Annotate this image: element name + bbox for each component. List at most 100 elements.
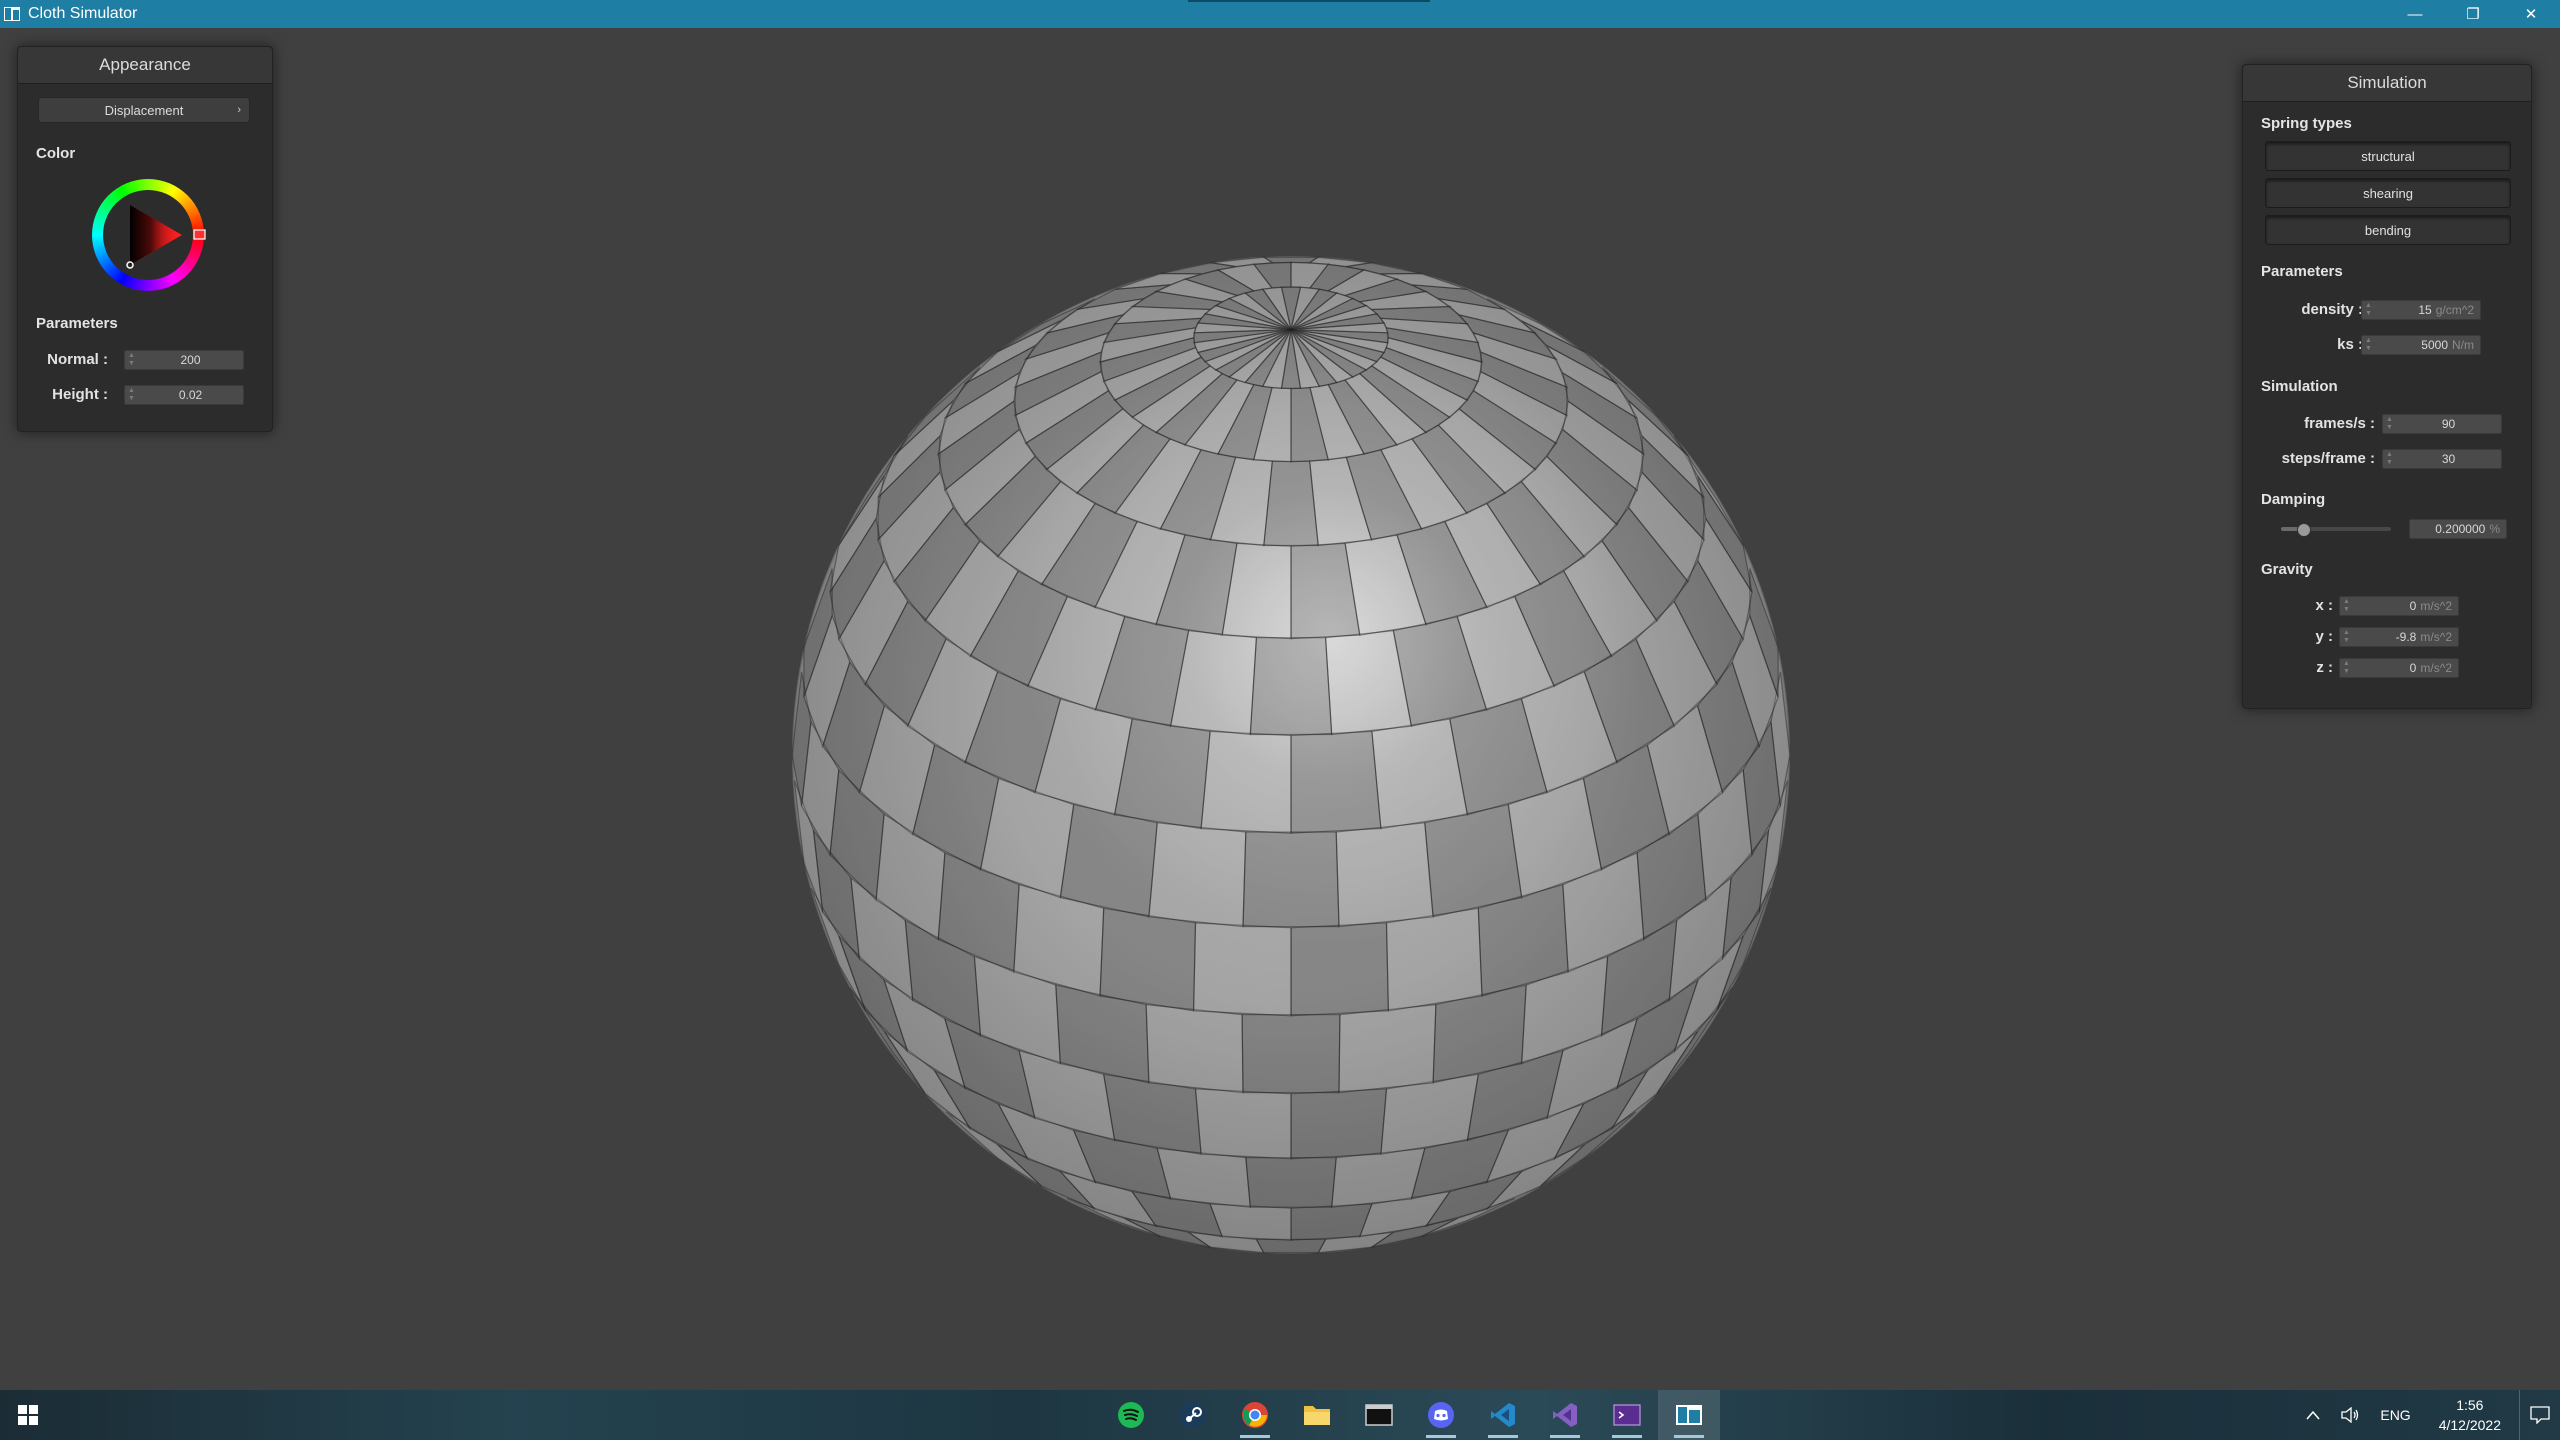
speaker-icon[interactable] bbox=[2340, 1407, 2360, 1423]
minimize-button[interactable]: — bbox=[2386, 0, 2444, 28]
cloth-patch bbox=[1290, 730, 1382, 834]
fps-input[interactable]: ▲ ▼ 90 bbox=[2382, 414, 2502, 434]
gravity-z-input[interactable]: ▲ ▼ 0 m/s^2 bbox=[2339, 658, 2459, 678]
cloth-patch bbox=[1263, 460, 1319, 547]
spin-arrows-icon[interactable]: ▲ ▼ bbox=[2343, 598, 2353, 614]
cloth-sphere[interactable] bbox=[792, 256, 1790, 1254]
damping-label: Damping bbox=[2261, 491, 2326, 508]
spin-arrows-icon[interactable]: ▲ ▼ bbox=[2365, 302, 2375, 318]
sim-parameters-label: Parameters bbox=[2261, 263, 2343, 280]
maximize-button[interactable]: ❐ bbox=[2444, 0, 2502, 28]
shader-dropdown-label: Displacement bbox=[104, 102, 184, 118]
clock-date: 4/12/2022 bbox=[2438, 1417, 2501, 1433]
simulation-section-label: Simulation bbox=[2261, 378, 2338, 395]
cloth-patch bbox=[1242, 831, 1340, 928]
fps-label: frames/s : bbox=[2304, 415, 2375, 432]
cloth-patch bbox=[1290, 922, 1390, 1017]
notification-icon bbox=[2530, 1406, 2550, 1424]
spin-arrows-icon[interactable]: ▲ ▼ bbox=[2386, 451, 2396, 467]
taskbar-apps bbox=[1100, 1390, 1720, 1440]
file-explorer-icon[interactable] bbox=[1286, 1390, 1348, 1440]
parameters-label: Parameters bbox=[36, 315, 118, 332]
height-label: Height : bbox=[52, 386, 108, 403]
cloth-patch bbox=[1156, 1147, 1251, 1208]
active-indicator bbox=[1612, 1435, 1642, 1438]
gravity-x-label: x : bbox=[2315, 597, 2333, 614]
height-input[interactable]: ▲ ▼ 0.02 bbox=[124, 385, 244, 405]
title-bar[interactable]: Cloth Simulator — ❐ ✕ bbox=[0, 0, 2560, 28]
damping-slider-track[interactable] bbox=[2281, 523, 2391, 537]
gravity-y-input[interactable]: ▲ ▼ -9.8 m/s^2 bbox=[2339, 627, 2459, 647]
cloth-patch bbox=[1255, 1238, 1327, 1254]
active-indicator bbox=[1488, 1435, 1518, 1438]
start-button[interactable] bbox=[0, 1390, 56, 1440]
appearance-panel-header[interactable]: Appearance bbox=[18, 47, 272, 84]
cloth-simulator-icon[interactable] bbox=[1658, 1390, 1720, 1440]
taskbar: ENG 1:56 4/12/2022 bbox=[0, 1390, 2560, 1440]
steps-label: steps/frame : bbox=[2281, 450, 2375, 467]
active-indicator bbox=[1426, 1435, 1456, 1438]
cloth-patch bbox=[1290, 1203, 1373, 1241]
ks-label: ks : bbox=[2337, 336, 2363, 353]
density-input[interactable]: ▲ ▼ 15 g/cm^2 bbox=[2361, 300, 2481, 320]
clock[interactable]: 1:56 4/12/2022 bbox=[2439, 1395, 2501, 1435]
damping-slider-knob[interactable] bbox=[2297, 523, 2311, 537]
shader-dropdown[interactable]: Displacement › bbox=[38, 97, 250, 123]
appearance-panel: Appearance Displacement › Color Paramete… bbox=[17, 46, 273, 432]
cloth-patch bbox=[1331, 1147, 1426, 1208]
spin-arrows-icon[interactable]: ▲ ▼ bbox=[128, 387, 138, 403]
spin-arrows-icon[interactable]: ▲ ▼ bbox=[2343, 629, 2353, 645]
gravity-z-label: z : bbox=[2316, 659, 2333, 676]
render-viewport[interactable] bbox=[0, 28, 2560, 1390]
gravity-x-input[interactable]: ▲ ▼ 0 m/s^2 bbox=[2339, 596, 2459, 616]
cloth-patch bbox=[1192, 922, 1292, 1017]
terminal-purple-icon[interactable] bbox=[1596, 1390, 1658, 1440]
vscode-icon[interactable] bbox=[1472, 1390, 1534, 1440]
cloth-patch bbox=[1099, 907, 1197, 1012]
color-wheel-icon bbox=[92, 179, 206, 291]
spring-bending-toggle[interactable]: bending bbox=[2265, 215, 2511, 245]
active-indicator bbox=[1550, 1435, 1580, 1438]
spin-arrows-icon[interactable]: ▲ ▼ bbox=[128, 352, 138, 368]
system-tray: ENG 1:56 4/12/2022 bbox=[2296, 1390, 2560, 1440]
terminal-icon[interactable] bbox=[1348, 1390, 1410, 1440]
notification-button[interactable] bbox=[2519, 1390, 2560, 1440]
spin-arrows-icon[interactable]: ▲ ▼ bbox=[2365, 337, 2375, 353]
gravity-label: Gravity bbox=[2261, 561, 2313, 578]
visual-studio-icon[interactable] bbox=[1534, 1390, 1596, 1440]
discord-icon[interactable] bbox=[1410, 1390, 1472, 1440]
spring-shearing-toggle[interactable]: shearing bbox=[2265, 178, 2511, 208]
color-label: Color bbox=[36, 145, 76, 162]
chrome-icon[interactable] bbox=[1224, 1390, 1286, 1440]
cloth-patch bbox=[1209, 1203, 1292, 1241]
spotify-icon[interactable] bbox=[1100, 1390, 1162, 1440]
cloth-patch bbox=[1424, 803, 1523, 918]
cloth-patch bbox=[1245, 1156, 1337, 1208]
chevron-up-icon[interactable] bbox=[2306, 1410, 2320, 1420]
cloth-patch bbox=[1148, 822, 1247, 928]
cloth-patch bbox=[1335, 822, 1434, 928]
gravity-y-label: y : bbox=[2315, 628, 2333, 645]
language-indicator[interactable]: ENG bbox=[2380, 1407, 2410, 1423]
normal-input[interactable]: ▲ ▼ 200 bbox=[124, 350, 244, 370]
active-indicator bbox=[1240, 1435, 1270, 1438]
spring-types-label: Spring types bbox=[2261, 115, 2352, 132]
color-wheel[interactable] bbox=[90, 177, 206, 293]
density-label: density : bbox=[2301, 301, 2363, 318]
spin-arrows-icon[interactable]: ▲ ▼ bbox=[2343, 660, 2353, 676]
cloth-patch bbox=[1338, 1003, 1437, 1094]
normal-label: Normal : bbox=[47, 351, 108, 368]
cloth-patch bbox=[1249, 637, 1333, 736]
title-drag-indicator bbox=[1188, 0, 1430, 2]
steam-icon[interactable] bbox=[1162, 1390, 1224, 1440]
ks-input[interactable]: ▲ ▼ 5000 N/m bbox=[2361, 335, 2481, 355]
sphere-texture bbox=[792, 256, 1790, 1254]
spring-structural-toggle[interactable]: structural bbox=[2265, 141, 2511, 171]
close-button[interactable]: ✕ bbox=[2502, 0, 2560, 28]
cloth-patch bbox=[1200, 730, 1292, 834]
simulation-panel-header[interactable]: Simulation bbox=[2243, 65, 2531, 102]
spin-arrows-icon[interactable]: ▲ ▼ bbox=[2386, 416, 2396, 432]
windows-logo-icon bbox=[18, 1405, 38, 1425]
damping-input[interactable]: 0.200000 % bbox=[2409, 519, 2507, 539]
steps-input[interactable]: ▲ ▼ 30 bbox=[2382, 449, 2502, 469]
